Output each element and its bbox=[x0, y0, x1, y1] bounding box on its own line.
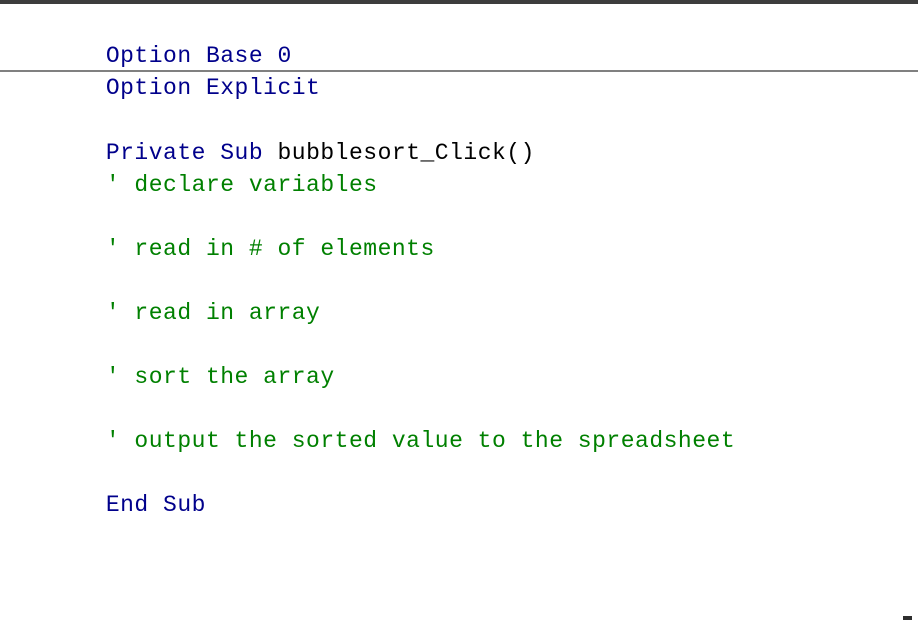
identifier-procedure-name: bubblesort_Click() bbox=[277, 140, 535, 166]
keyword-private-sub: Private Sub bbox=[105, 140, 278, 166]
code-line-comment-read-elements[interactable]: ' read in # of elements bbox=[0, 201, 918, 262]
comment-read-in-array: ' read in array bbox=[105, 300, 321, 326]
comment-output-to-spreadsheet: ' output the sorted value to the spreads… bbox=[105, 428, 736, 454]
code-line-comment-sort-array[interactable]: ' sort the array bbox=[0, 329, 918, 390]
keyword-option-base: Option Base 0 bbox=[105, 43, 292, 69]
code-line-comment-read-array[interactable]: ' read in array bbox=[0, 265, 918, 326]
blank-text-3 bbox=[106, 332, 120, 358]
code-line-option-base[interactable]: Option Base 0 bbox=[0, 8, 918, 69]
procedure-pane[interactable]: Private Sub bubblesort_Click() ' declare… bbox=[0, 72, 918, 636]
code-line-sub-declaration[interactable]: Private Sub bubblesort_Click() bbox=[0, 105, 918, 166]
blank-text-2 bbox=[106, 268, 120, 294]
blank-text-5 bbox=[106, 460, 120, 486]
code-line-end-sub[interactable]: End Sub bbox=[0, 457, 918, 518]
vba-code-editor-window: Option Base 0 Option Explicit Private Su… bbox=[0, 0, 918, 636]
blank-text-4 bbox=[106, 396, 120, 422]
code-line-comment-output-sorted[interactable]: ' output the sorted value to the spreads… bbox=[0, 393, 918, 454]
comment-declare-variables: ' declare variables bbox=[105, 172, 378, 198]
comment-read-in-elements: ' read in # of elements bbox=[105, 236, 435, 262]
keyword-end-sub: End Sub bbox=[105, 492, 206, 518]
blank-text-1 bbox=[106, 204, 120, 230]
declarations-pane[interactable]: Option Base 0 Option Explicit bbox=[0, 4, 918, 101]
corner-resize-mark bbox=[903, 616, 912, 620]
comment-sort-the-array: ' sort the array bbox=[105, 364, 335, 390]
